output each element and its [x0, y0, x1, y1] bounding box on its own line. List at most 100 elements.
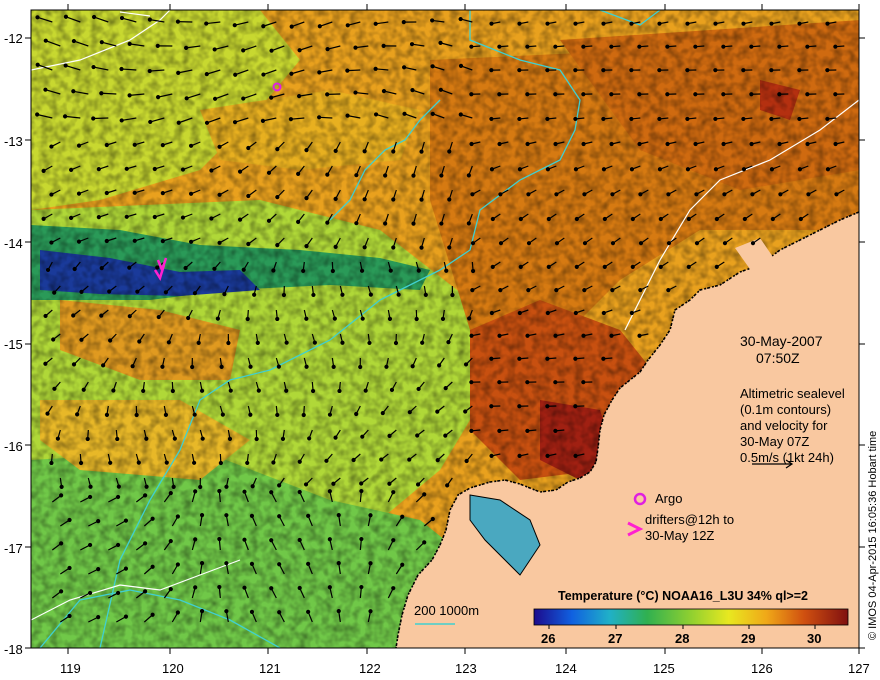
- velocity-arrow-head: [430, 516, 435, 522]
- velocity-arrow-head: [317, 70, 322, 75]
- velocity-arrow-head: [63, 63, 68, 68]
- velocity-arrow-head: [192, 460, 197, 465]
- velocity-arrow-head: [545, 167, 551, 172]
- velocity-arrow-head: [164, 460, 169, 465]
- drifter-label: 30-May 12Z: [645, 528, 714, 543]
- velocity-arrow-head: [152, 214, 157, 220]
- velocity-arrow-head: [88, 590, 93, 596]
- velocity-arrow-head: [517, 310, 522, 316]
- velocity-arrow-head: [489, 116, 494, 122]
- altimetry-line: Altimetric sealevel: [740, 386, 845, 401]
- velocity-arrow-head: [212, 47, 217, 52]
- velocity-arrow-head: [228, 388, 233, 393]
- velocity-arrow-head: [327, 489, 332, 494]
- velocity-arrow-head: [233, 72, 238, 77]
- velocity-arrow-head: [545, 453, 550, 459]
- velocity-arrow-head: [115, 542, 121, 548]
- velocity-arrow-head: [573, 116, 578, 122]
- velocity-arrow-head: [168, 586, 173, 592]
- velocity-arrow-head: [439, 221, 444, 226]
- velocity-arrow-head: [489, 404, 494, 409]
- velocity-arrow-head: [722, 192, 727, 197]
- velocity-arrow-head: [629, 68, 634, 73]
- velocity-arrow-head: [199, 561, 205, 566]
- velocity-arrow-head: [637, 333, 642, 338]
- velocity-arrow-head: [188, 143, 194, 148]
- velocity-arrow-head: [180, 167, 186, 172]
- velocity-arrow-head: [582, 241, 588, 246]
- velocity-arrow-head: [340, 292, 345, 297]
- velocity-arrow-head: [657, 21, 662, 26]
- velocity-arrow-head: [638, 288, 643, 293]
- velocity-arrow-head: [443, 385, 448, 391]
- velocity-arrow-head: [414, 316, 419, 322]
- velocity-arrow-head: [685, 68, 690, 73]
- velocity-arrow-head: [685, 167, 691, 172]
- velocity-arrow-head: [116, 484, 121, 489]
- altimetry-line: 30-May 07Z: [740, 434, 809, 449]
- velocity-arrow-head: [325, 172, 330, 177]
- velocity-arrow-head: [88, 484, 93, 489]
- velocity-arrow-head: [797, 167, 803, 172]
- colorbar-tick-label: 29: [741, 631, 755, 646]
- velocity-arrow-head: [297, 459, 302, 464]
- velocity-arrow-head: [693, 141, 698, 147]
- velocity-arrow-head: [358, 364, 363, 370]
- velocity-arrow-head: [327, 585, 332, 590]
- velocity-arrow-head: [67, 517, 72, 523]
- velocity-arrow-head: [470, 288, 475, 293]
- velocity-arrow-head: [435, 458, 440, 463]
- velocity-arrow-head: [489, 68, 494, 73]
- velocity-arrow-head: [127, 41, 132, 46]
- velocity-arrow-head: [497, 428, 502, 433]
- velocity-arrow-head: [665, 92, 670, 97]
- velocity-arrow-head: [296, 171, 301, 176]
- velocity-arrow-head: [353, 45, 358, 50]
- velocity-arrow-head: [115, 590, 121, 596]
- velocity-arrow-head: [49, 460, 54, 466]
- velocity-arrow-head: [175, 562, 180, 567]
- velocity-arrow-head: [573, 21, 578, 26]
- velocity-arrow-head: [275, 243, 280, 248]
- velocity-arrow-head: [798, 216, 803, 222]
- velocity-arrow-head: [96, 615, 101, 620]
- velocity-arrow-head: [78, 460, 84, 466]
- velocity-arrow-head: [304, 244, 309, 249]
- velocity-arrow-head: [525, 141, 530, 147]
- velocity-arrow-head: [150, 516, 155, 521]
- velocity-arrow-head: [609, 333, 614, 338]
- velocity-arrow-head: [212, 266, 217, 271]
- velocity-arrow-head: [420, 340, 425, 345]
- velocity-arrow-head: [297, 94, 302, 99]
- velocity-arrow-head: [359, 536, 364, 542]
- velocity-arrow-head: [741, 116, 746, 122]
- x-tick-label: 125: [653, 661, 675, 676]
- velocity-arrow-head: [359, 268, 365, 273]
- velocity-arrow-head: [525, 380, 530, 385]
- velocity-arrow-head: [345, 113, 350, 118]
- velocity-arrow-head: [277, 483, 282, 488]
- velocity-arrow-head: [573, 356, 578, 361]
- velocity-arrow-head: [469, 333, 474, 338]
- velocity-arrow-head: [526, 192, 531, 197]
- velocity-arrow-head: [749, 44, 754, 49]
- velocity-arrow-head: [658, 264, 663, 269]
- velocity-arrow-head: [212, 96, 218, 101]
- velocity-arrow-head: [232, 23, 237, 28]
- velocity-arrow-head: [749, 92, 754, 97]
- velocity-arrow-head: [49, 144, 54, 149]
- velocity-arrow-head: [463, 362, 469, 367]
- velocity-arrow-head: [168, 490, 173, 496]
- velocity-arrow-head: [685, 21, 690, 26]
- velocity-arrow-head: [124, 214, 129, 219]
- velocity-arrow-head: [525, 44, 530, 49]
- velocity-arrow-head: [402, 111, 407, 116]
- velocity-arrow-head: [276, 364, 281, 369]
- velocity-arrow-head: [545, 116, 550, 122]
- velocity-arrow-head: [354, 411, 359, 417]
- y-tick-label: -17: [4, 541, 23, 556]
- velocity-arrow-head: [517, 21, 522, 26]
- velocity-arrow-head: [325, 92, 330, 97]
- velocity-arrow-head: [411, 173, 416, 178]
- velocity-arrow-head: [722, 241, 728, 246]
